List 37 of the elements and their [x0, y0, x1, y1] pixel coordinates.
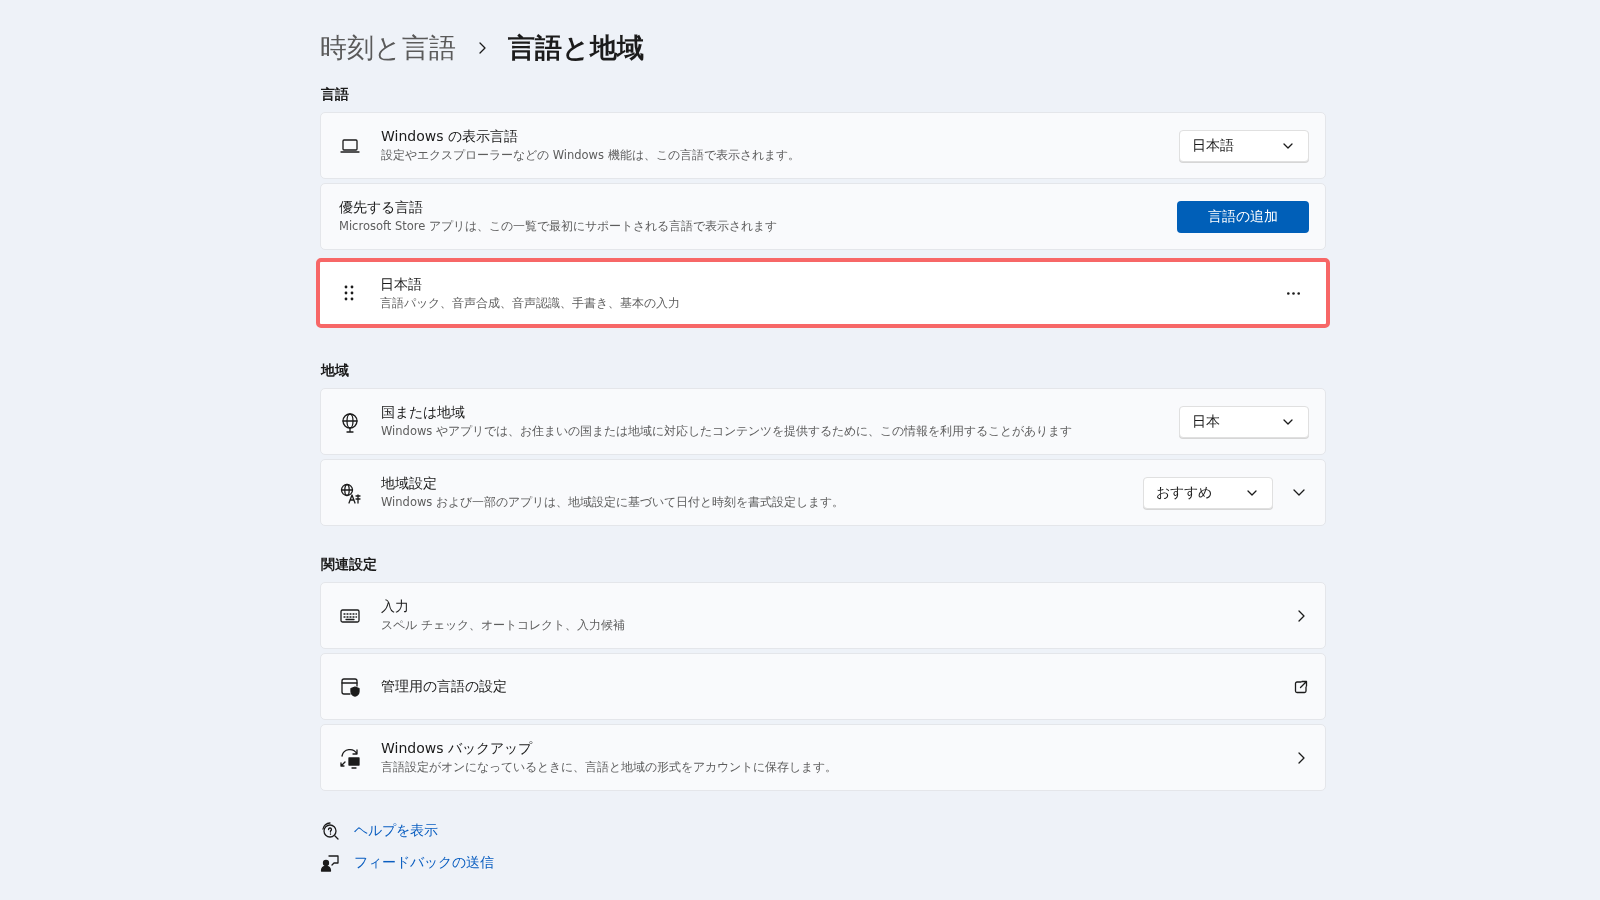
setting-description: スペル チェック、オートコレクト、入力候補: [381, 618, 626, 633]
setting-description: Windows やアプリでは、お住まいの国または地域に対応したコンテンツを提供するために、この情報を利用することがあります: [381, 424, 1073, 439]
setting-title: Windows バックアップ: [381, 740, 534, 758]
setting-title: 国または地域: [381, 404, 466, 422]
setting-title: 入力: [381, 598, 410, 616]
section-heading: 関連設定: [321, 556, 378, 574]
setting-title: 日本語: [380, 275, 423, 294]
setting-description: Windows および一部のアプリは、地域設定に基づいて日付と時刻を書式設定します。: [381, 495, 845, 510]
more-options-icon: [1287, 291, 1300, 295]
feedback-link[interactable]: フィードバックの送信: [354, 854, 494, 872]
breadcrumb-link[interactable]: 時刻と言語: [320, 30, 456, 66]
dropdown[interactable]: 日本: [1179, 405, 1309, 438]
feedback-icon: [320, 853, 340, 873]
setting-title: 管理用の言語の設定: [381, 677, 508, 696]
external-link-icon: [1293, 678, 1309, 695]
setting-title: Windows の表示言語: [381, 128, 519, 146]
setting-card[interactable]: 入力 スペル チェック、オートコレクト、入力候補: [320, 582, 1326, 649]
add-language-button[interactable]: 言語の追加: [1177, 200, 1309, 233]
dropdown[interactable]: おすすめ: [1143, 476, 1273, 509]
globe-character-icon: [339, 481, 361, 504]
page-title: 言語と地域: [508, 31, 644, 65]
dropdown[interactable]: 日本語: [1179, 129, 1309, 162]
setting-card[interactable]: 管理用の言語の設定: [320, 653, 1326, 720]
help-link[interactable]: ヘルプを表示: [354, 822, 438, 840]
globe-icon: [339, 410, 361, 433]
setting-description: Microsoft Store アプリは、この一覧で最初にサポートされる言語で表示されます: [339, 219, 779, 234]
section-heading: 地域: [321, 362, 350, 380]
help-icon: [320, 821, 340, 841]
sync-monitor-icon: [339, 746, 361, 769]
setting-title: 地域設定: [381, 475, 438, 493]
setting-description: 言語パック、音声合成、音声認識、手書き、基本の入力: [380, 295, 681, 311]
section-heading: 言語: [321, 86, 350, 104]
setting-description: 設定やエクスプローラーなどの Windows 機能は、この言語で表示されます。: [381, 148, 801, 163]
setting-card[interactable]: Windows バックアップ 言語設定がオンになっているときに、言語と地域の形式をアカウントに保存します。: [320, 724, 1326, 791]
window-shield-icon: [339, 675, 361, 698]
setting-description: 言語設定がオンになっているときに、言語と地域の形式をアカウントに保存します。: [381, 760, 838, 775]
setting-title: 優先する言語: [339, 199, 424, 217]
